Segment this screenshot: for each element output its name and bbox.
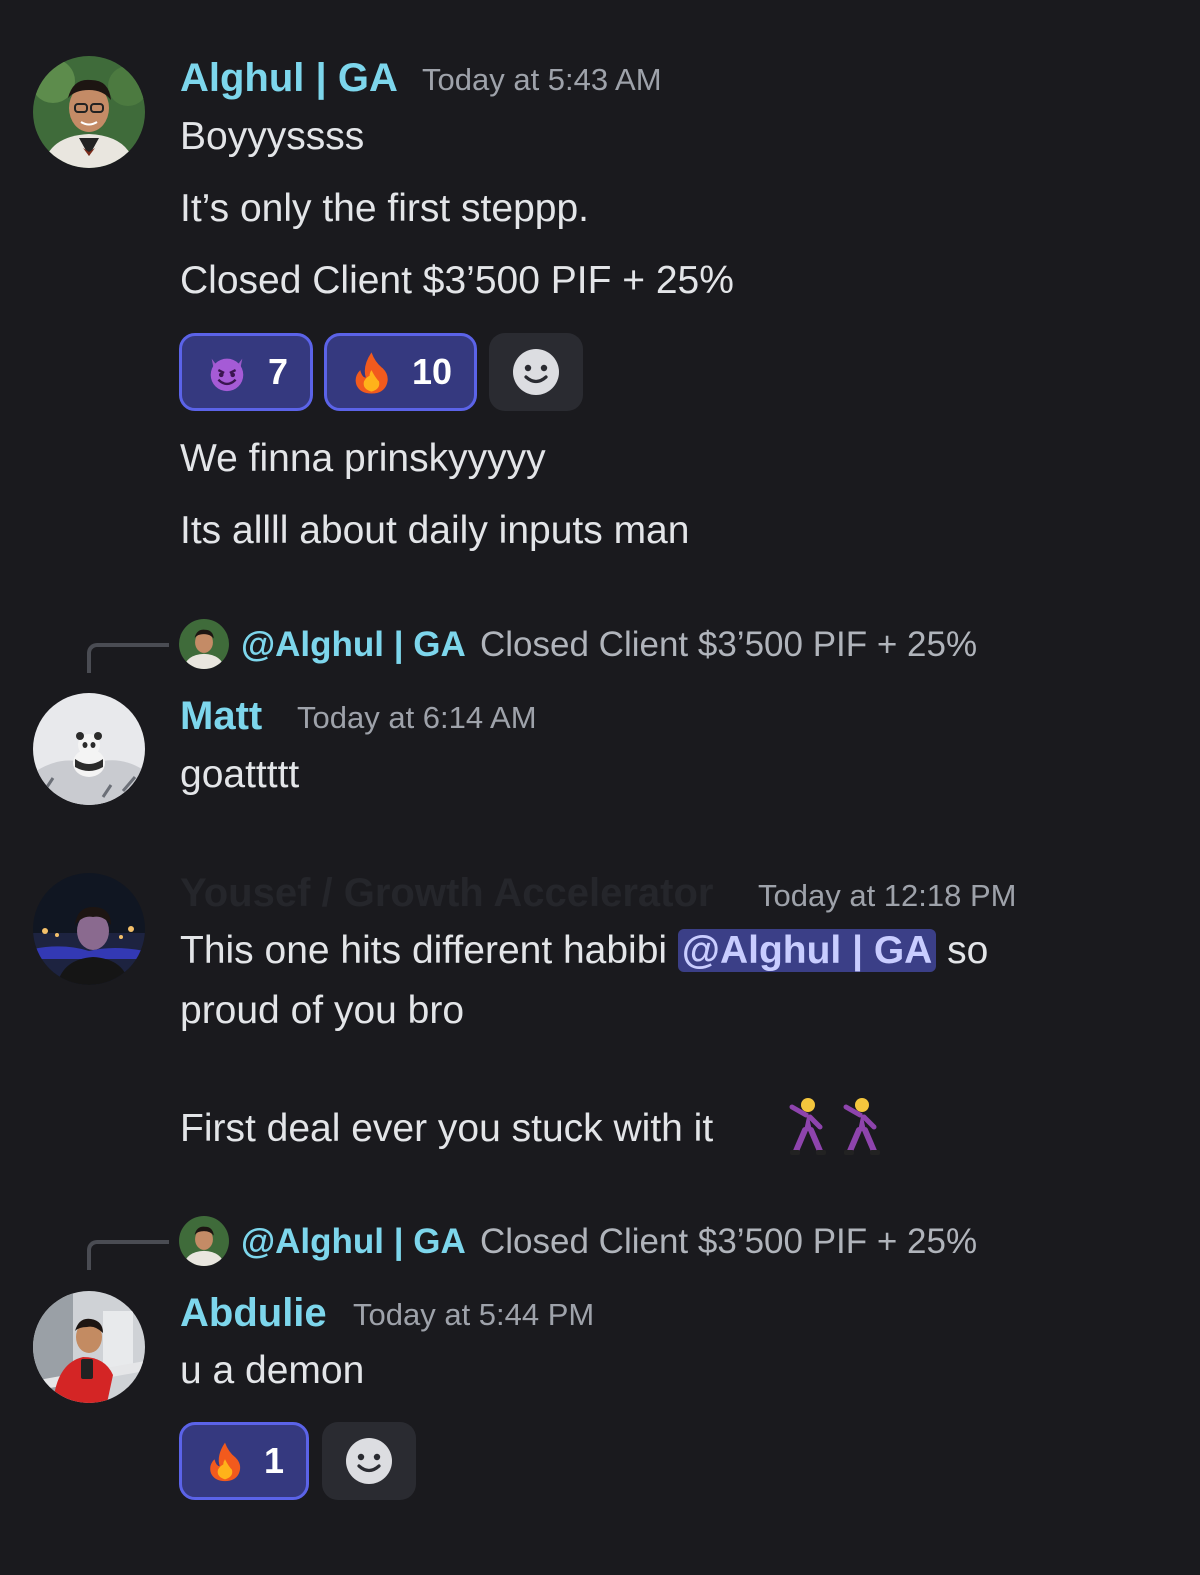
reaction-fire[interactable]: 10 bbox=[324, 333, 477, 411]
author-name[interactable]: Alghul | GA bbox=[180, 58, 398, 98]
message-text-line: First deal ever you stuck with it bbox=[180, 1106, 713, 1153]
author-name[interactable]: Matt bbox=[180, 696, 262, 736]
message-text: u a demon bbox=[180, 1349, 365, 1392]
avatar-yousef[interactable] bbox=[33, 873, 145, 985]
message-text: Boyyyssss bbox=[180, 115, 365, 158]
avatar-matt[interactable] bbox=[33, 693, 145, 805]
smiling-imp-icon bbox=[210, 358, 244, 392]
message-text: First deal ever you stuck with it bbox=[180, 1107, 714, 1150]
message-text-line: This one hits different habibi @Alghul |… bbox=[180, 928, 988, 975]
avatar-alghul[interactable] bbox=[33, 56, 145, 168]
message-timestamp: Today at 6:14 AM bbox=[297, 700, 537, 735]
smiley-icon bbox=[513, 349, 559, 395]
message-timestamp: Today at 12:18 PM bbox=[758, 878, 1017, 913]
reply-connector bbox=[87, 643, 169, 673]
add-reaction-button[interactable] bbox=[489, 333, 583, 411]
reaction-smiling-imp[interactable]: 7 bbox=[179, 333, 313, 411]
fire-icon bbox=[210, 1442, 241, 1482]
reaction-count: 7 bbox=[267, 351, 288, 392]
reply-preview-text[interactable]: Closed Client $3’500 PIF + 25% bbox=[480, 1224, 977, 1259]
author-name[interactable]: Yousef / Growth Accelerator bbox=[180, 873, 713, 913]
message-text: Closed Client $3’500 PIF + 25% bbox=[180, 259, 734, 302]
smiley-icon bbox=[346, 1438, 392, 1484]
author-name[interactable]: Abdulie bbox=[180, 1293, 327, 1333]
reaction-count: 10 bbox=[411, 351, 452, 392]
user-mention[interactable]: @Alghul | GA bbox=[677, 929, 937, 972]
reply-avatar bbox=[179, 619, 229, 669]
message-text: This one hits different habibi bbox=[180, 929, 678, 972]
chat-message-list: Alghul | GA Today at 5:43 AM Boyyyssss I… bbox=[0, 0, 1200, 1575]
message-timestamp: Today at 5:43 AM bbox=[422, 62, 662, 97]
message-timestamp: Today at 5:44 PM bbox=[353, 1297, 595, 1332]
message-text: It’s only the first steppp. bbox=[180, 187, 589, 230]
message-text: goattttt bbox=[180, 753, 300, 796]
reaction-fire[interactable]: 1 bbox=[179, 1422, 309, 1500]
dancing-man-icon bbox=[789, 1098, 826, 1155]
message-text: so bbox=[936, 929, 989, 972]
reply-connector bbox=[87, 1240, 169, 1270]
avatar-abdulie[interactable] bbox=[33, 1291, 145, 1403]
reaction-count: 1 bbox=[263, 1440, 284, 1481]
message-text: proud of you bro bbox=[180, 989, 465, 1032]
add-reaction-button[interactable] bbox=[322, 1422, 416, 1500]
message-text: Its allll about daily inputs man bbox=[180, 509, 690, 552]
fire-icon bbox=[355, 352, 388, 394]
reply-mention[interactable]: @Alghul | GA bbox=[241, 627, 466, 662]
dancing-man-icon bbox=[843, 1098, 880, 1155]
reply-avatar bbox=[179, 1216, 229, 1266]
reply-mention[interactable]: @Alghul | GA bbox=[241, 1224, 466, 1259]
reply-preview-text[interactable]: Closed Client $3’500 PIF + 25% bbox=[480, 627, 977, 662]
message-text: We finna prinskyyyyy bbox=[180, 437, 546, 480]
